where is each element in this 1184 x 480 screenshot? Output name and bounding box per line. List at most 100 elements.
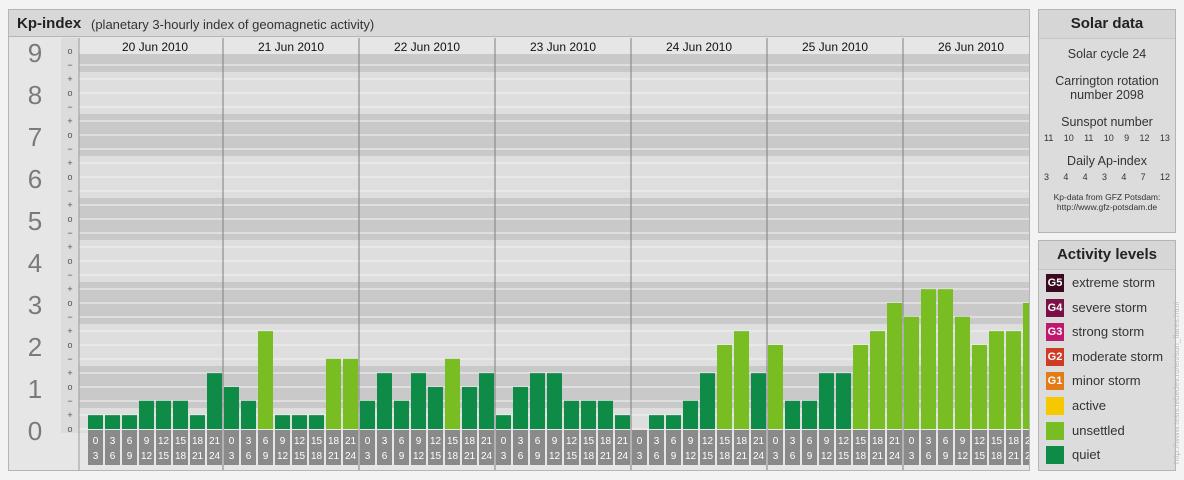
interval-end: 9 (399, 451, 405, 462)
y-tick-label: 6 (28, 164, 42, 194)
activity-label: moderate storm (1072, 348, 1164, 364)
kp-bar (377, 373, 392, 429)
interval-start: 21 (481, 436, 493, 447)
interval-end: 3 (93, 451, 99, 462)
activity-swatch: G5 (1046, 274, 1064, 292)
kp-bar (819, 373, 834, 429)
interval-end: 12 (277, 451, 289, 462)
interval-end: 24 (481, 451, 493, 462)
kp-bar (802, 400, 817, 429)
interval-end: 9 (943, 451, 949, 462)
chart-subtitle: (planetary 3-hourly index of geomagnetic… (91, 17, 375, 32)
kp-bar (326, 358, 341, 429)
sunspot-values: 11 10 11 10 9 12 13 (1039, 133, 1175, 143)
interval-end: 21 (328, 451, 340, 462)
kp-bar (394, 400, 409, 429)
kp-bar (1006, 331, 1021, 429)
interval-end: 18 (855, 451, 867, 462)
interval-end: 18 (175, 451, 187, 462)
activity-label: unsettled (1072, 422, 1125, 438)
interval-start: 21 (617, 436, 629, 447)
y-tick-label: 5 (28, 206, 42, 236)
y-tick-label: 8 (28, 80, 42, 110)
interval-start: 15 (855, 436, 867, 447)
kp-bar (496, 415, 511, 429)
interval-start: 0 (229, 436, 235, 447)
kp-bar (462, 387, 477, 429)
interval-start: 18 (872, 436, 884, 447)
activity-swatch (1046, 397, 1064, 415)
interval-start: 9 (416, 436, 422, 447)
day-label: 22 Jun 2010 (394, 40, 460, 54)
sunspot-value: 10 (1103, 133, 1114, 143)
interval-end: 18 (583, 451, 595, 462)
ap-index-value: 3 (1101, 172, 1107, 182)
interval-end: 6 (790, 451, 796, 462)
ap-index-label: Daily Ap-index (1067, 154, 1147, 168)
interval-end: 3 (637, 451, 643, 462)
day-label: 23 Jun 2010 (530, 40, 596, 54)
kp-bar (343, 358, 358, 429)
kp-bar (88, 415, 103, 429)
interval-end: 21 (464, 451, 476, 462)
interval-end: 15 (294, 451, 306, 462)
kp-bar (734, 331, 749, 429)
kp-bar (530, 373, 545, 429)
kp-bar (207, 373, 222, 429)
interval-end: 6 (654, 451, 660, 462)
interval-start: 18 (328, 436, 340, 447)
kp-bar (156, 400, 171, 429)
sub-tick-label: − (67, 144, 72, 154)
interval-start: 15 (447, 436, 459, 447)
interval-start: 21 (753, 436, 765, 447)
interval-end: 9 (535, 451, 541, 462)
interval-start: 21 (345, 436, 357, 447)
interval-end: 12 (821, 451, 833, 462)
sub-tick-label: + (67, 74, 72, 84)
sub-tick-label: + (67, 410, 72, 420)
sunspot-value: 11 (1084, 133, 1094, 143)
sub-tick-label: − (67, 186, 72, 196)
interval-end: 3 (229, 451, 235, 462)
interval-start: 21 (889, 436, 901, 447)
interval-start: 12 (566, 436, 578, 447)
activity-label: strong storm (1072, 324, 1145, 340)
day-label: 25 Jun 2010 (802, 40, 868, 54)
interval-start: 3 (382, 436, 388, 447)
interval-end: 12 (549, 451, 561, 462)
kp-bar (598, 400, 613, 429)
sub-tick-label: o (67, 130, 72, 140)
y-tick-label: 7 (28, 122, 42, 152)
sunspot-label: Sunspot number (1061, 115, 1153, 129)
kp-bar (292, 415, 307, 429)
sub-tick-label: o (67, 424, 72, 434)
interval-end: 24 (1025, 451, 1030, 462)
sub-tick-label: + (67, 158, 72, 168)
y-tick-label: 2 (28, 332, 42, 362)
interval-start: 9 (824, 436, 830, 447)
kp-bar (547, 373, 562, 429)
interval-labels: 0336699121215151818212124033669912121515… (88, 430, 1030, 465)
sunspot-value: 11 (1044, 133, 1054, 143)
interval-start: 12 (702, 436, 714, 447)
ap-index-value: 4 (1121, 172, 1127, 182)
interval-start: 3 (654, 436, 660, 447)
sub-tick-label: + (67, 242, 72, 252)
ap-index-values: 3 4 4 3 4 7 12 (1039, 172, 1175, 182)
ap-index-value: 3 (1044, 172, 1050, 182)
interval-start: 3 (518, 436, 524, 447)
interval-end: 15 (158, 451, 170, 462)
ap-index-value: 12 (1159, 172, 1170, 182)
sub-tick-label: − (67, 102, 72, 112)
interval-start: 3 (926, 436, 932, 447)
kp-bar (938, 289, 953, 429)
interval-start: 12 (838, 436, 850, 447)
sub-tick-label: − (67, 312, 72, 322)
day-label: 21 Jun 2010 (258, 40, 324, 54)
interval-end: 9 (807, 451, 813, 462)
interval-start: 18 (1008, 436, 1020, 447)
kp-chart: 0123456789o+−o+−o+−o+−o+−o+−o+−o+−o+−o 20… (9, 38, 1030, 470)
sub-tick-label: + (67, 284, 72, 294)
interval-start: 6 (671, 436, 677, 447)
interval-end: 6 (926, 451, 932, 462)
